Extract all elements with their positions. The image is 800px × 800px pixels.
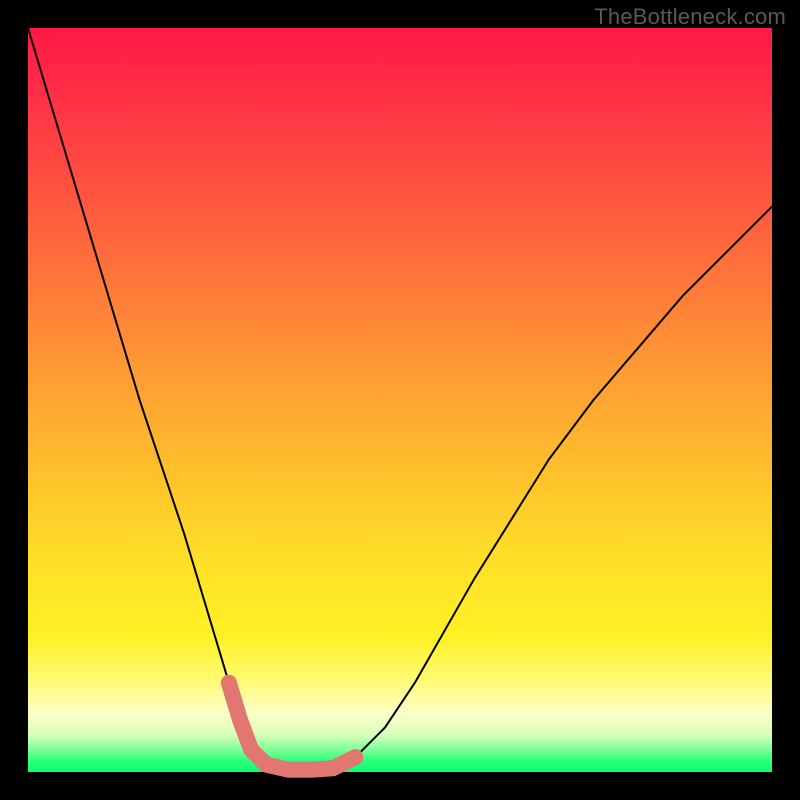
watermark-text: TheBottleneck.com <box>594 4 786 30</box>
plot-area <box>28 28 772 772</box>
optimal-band-marker <box>229 683 355 770</box>
chart-frame: TheBottleneck.com <box>0 0 800 800</box>
bottleneck-curve <box>28 28 772 770</box>
chart-svg <box>28 28 772 772</box>
